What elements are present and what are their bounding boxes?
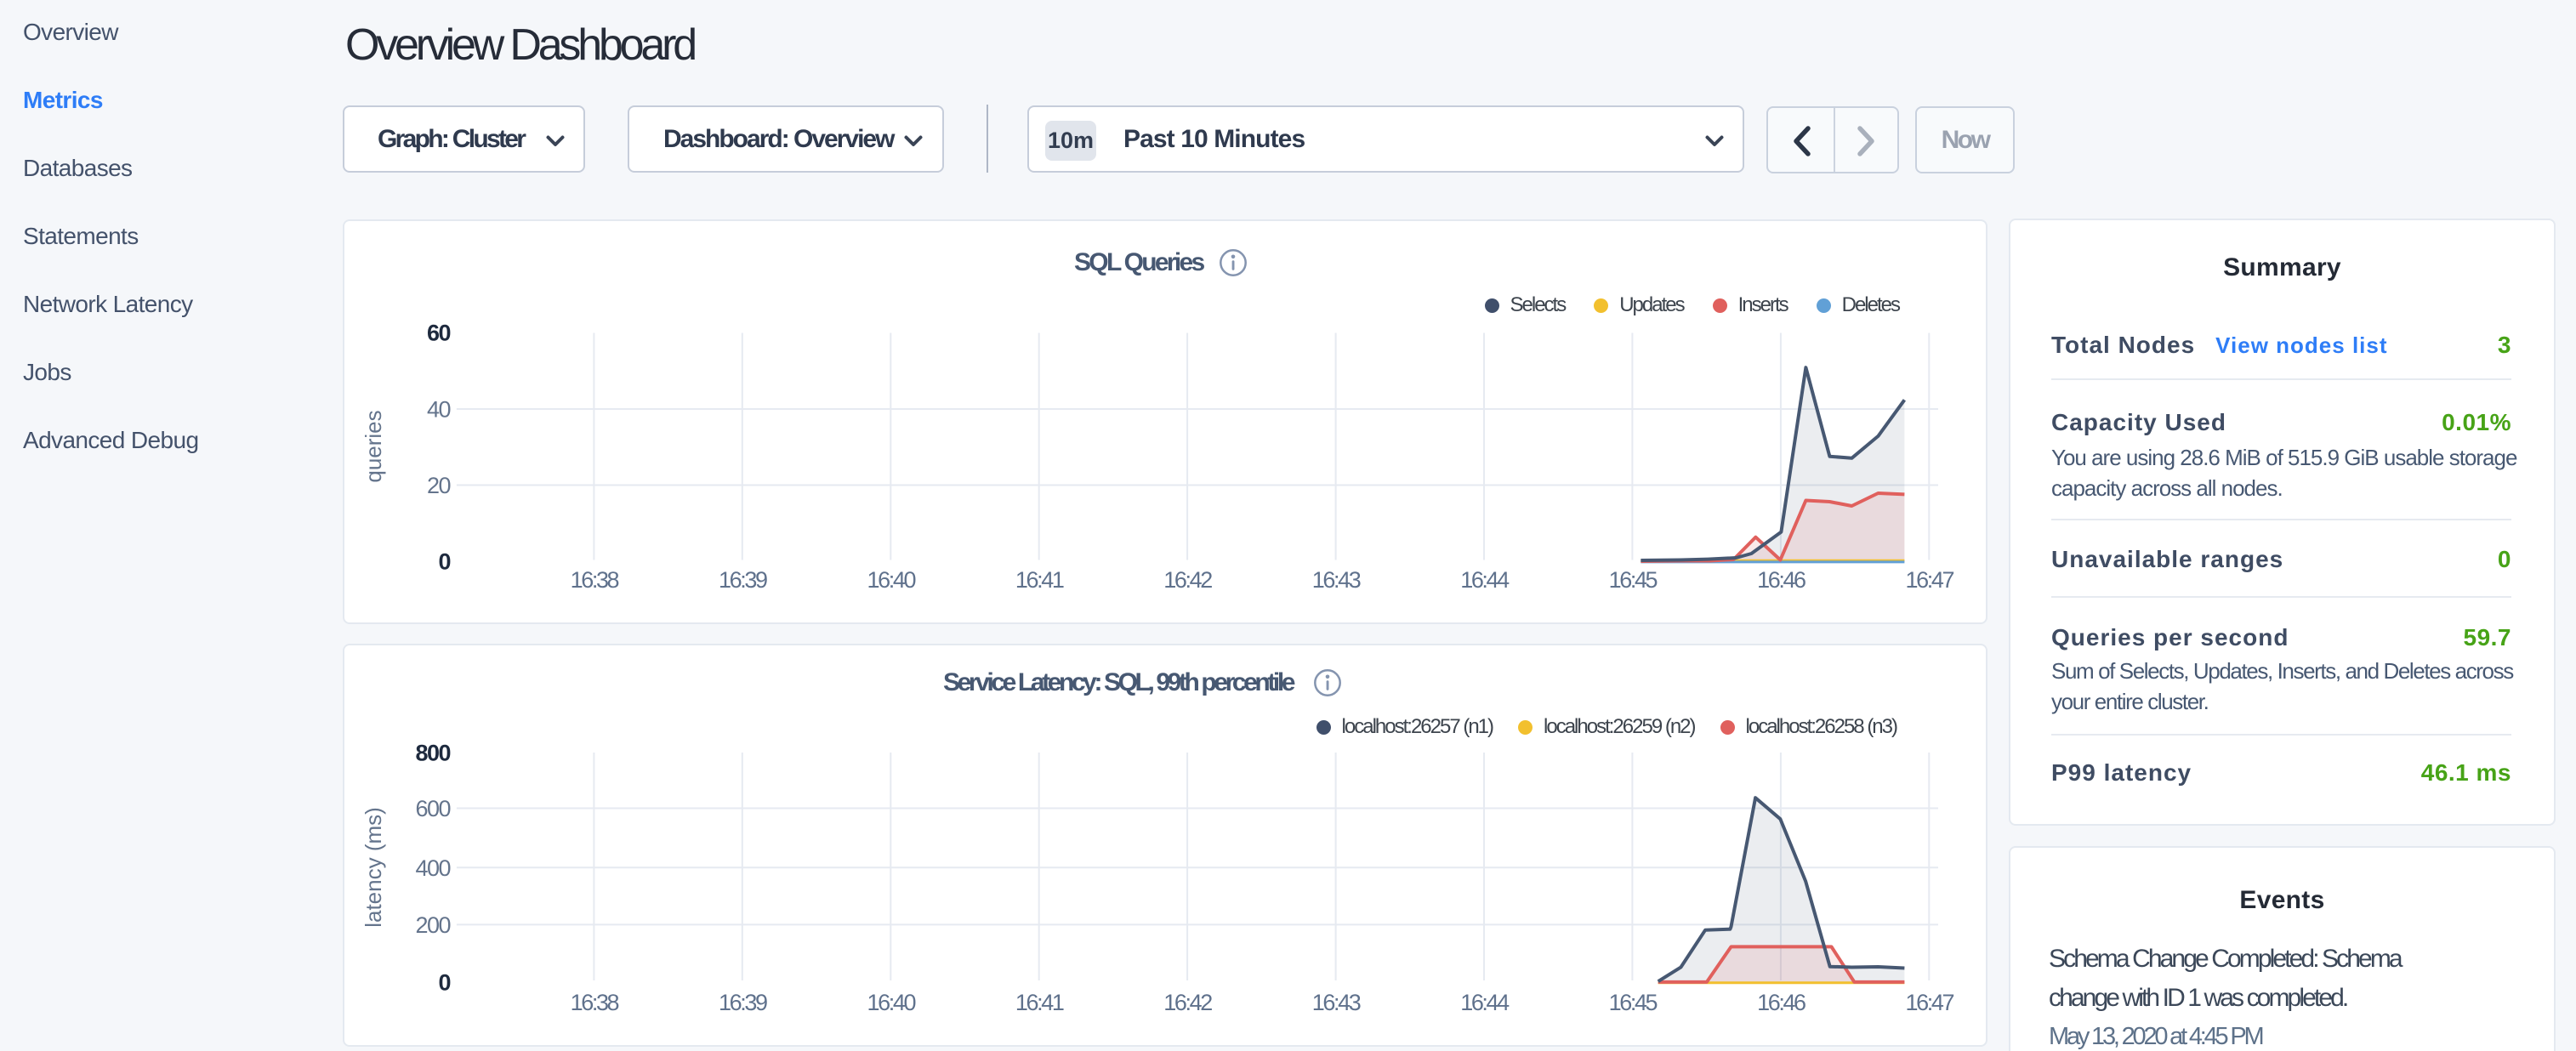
svg-text:16:45: 16:45 — [1609, 990, 1658, 1015]
svg-text:16:41: 16:41 — [1015, 567, 1064, 593]
svg-text:16:40: 16:40 — [867, 567, 916, 593]
svg-text:16:44: 16:44 — [1460, 567, 1510, 593]
svg-text:16:38: 16:38 — [571, 567, 619, 593]
svg-text:16:39: 16:39 — [719, 990, 767, 1015]
svg-text:16:43: 16:43 — [1312, 567, 1361, 593]
svg-text:400: 400 — [415, 855, 450, 881]
svg-text:0: 0 — [438, 970, 450, 996]
svg-text:200: 200 — [415, 912, 450, 938]
svg-text:16:44: 16:44 — [1460, 990, 1510, 1015]
svg-text:16:42: 16:42 — [1163, 567, 1212, 593]
svg-text:20: 20 — [427, 473, 451, 498]
svg-text:800: 800 — [415, 741, 450, 766]
svg-text:latency (ms): latency (ms) — [361, 807, 386, 928]
svg-text:40: 40 — [427, 397, 451, 423]
svg-text:queries: queries — [361, 410, 386, 482]
svg-text:16:39: 16:39 — [719, 567, 767, 593]
svg-text:16:43: 16:43 — [1312, 990, 1361, 1015]
svg-text:0: 0 — [438, 549, 450, 575]
svg-text:16:47: 16:47 — [1906, 567, 1954, 593]
svg-text:16:38: 16:38 — [571, 990, 619, 1015]
svg-text:16:41: 16:41 — [1015, 990, 1064, 1015]
svg-text:600: 600 — [415, 796, 450, 821]
svg-text:16:45: 16:45 — [1609, 567, 1658, 593]
svg-text:16:46: 16:46 — [1757, 567, 1805, 593]
svg-text:16:47: 16:47 — [1906, 990, 1954, 1015]
svg-text:16:46: 16:46 — [1757, 990, 1805, 1015]
svg-text:16:40: 16:40 — [867, 990, 916, 1015]
svg-text:16:42: 16:42 — [1163, 990, 1212, 1015]
svg-text:60: 60 — [427, 321, 451, 346]
